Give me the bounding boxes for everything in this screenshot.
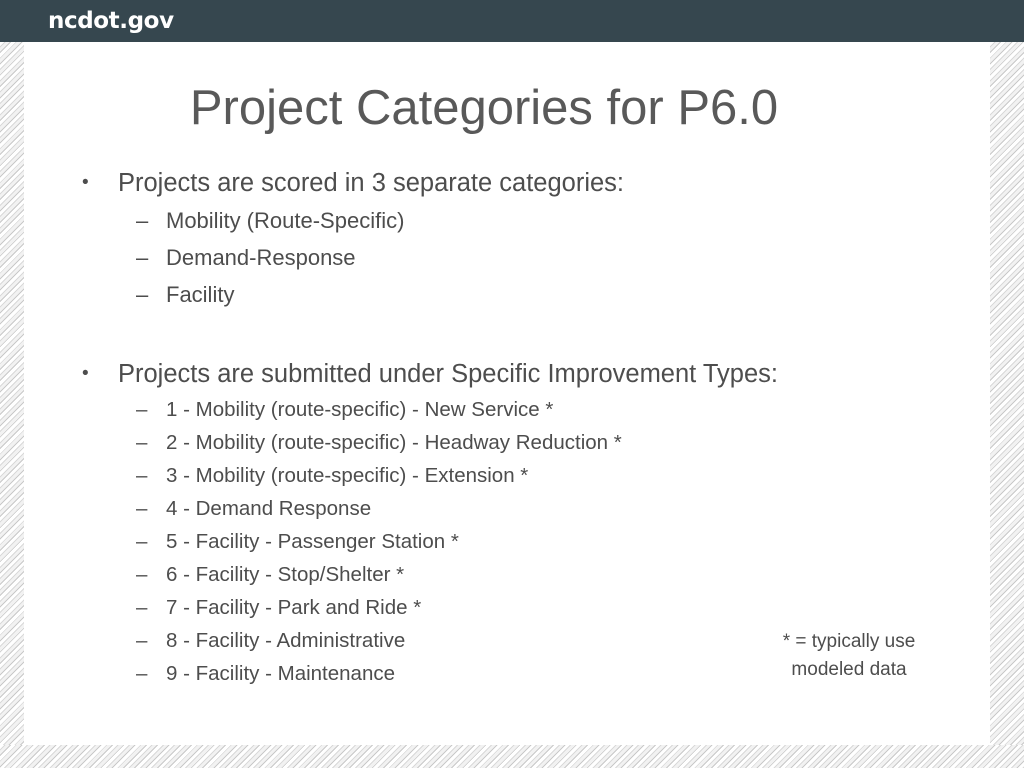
frame-border-bottom — [0, 745, 1024, 768]
slide-page: ncdot.gov Project Categories for P6.0 • … — [0, 0, 1024, 768]
footnote-line-1: * = typically use — [782, 631, 916, 652]
list-item-demand-response: – Demand-Response — [44, 239, 974, 276]
list-item-label: 4 - Demand Response — [166, 497, 372, 520]
site-header-bar: ncdot.gov — [0, 0, 1024, 42]
footnote: * = typically use modeled data — [724, 628, 974, 684]
dash-icon: – — [136, 208, 149, 233]
bullet-dot-icon: • — [82, 363, 89, 384]
list-item-facility: – Facility — [44, 276, 974, 313]
slide-canvas: Project Categories for P6.0 • Projects a… — [24, 42, 990, 745]
list-item-label: Facility — [166, 282, 235, 307]
list-item-label: 2 - Mobility (route-specific) - Headway … — [166, 431, 622, 454]
list-item-type-7: – 7 - Facility - Park and Ride * — [44, 591, 974, 624]
dash-icon: – — [136, 563, 148, 586]
bullet-improvement-types-heading: • Projects are submitted under Specific … — [44, 355, 974, 393]
dash-icon: – — [136, 245, 149, 270]
list-item-type-4: – 4 - Demand Response — [44, 492, 974, 525]
dash-icon: – — [136, 497, 148, 520]
dash-icon: – — [136, 530, 148, 553]
list-item-label: 5 - Facility - Passenger Station * — [166, 530, 459, 553]
list-item-type-6: – 6 - Facility - Stop/Shelter * — [44, 558, 974, 591]
dash-icon: – — [136, 431, 148, 454]
footnote-line-2: modeled data — [791, 659, 907, 680]
list-item-type-2: – 2 - Mobility (route-specific) - Headwa… — [44, 426, 974, 459]
page-title: Project Categories for P6.0 — [189, 81, 779, 135]
dash-icon: – — [136, 629, 148, 652]
list-item-mobility-route-specific: – Mobility (Route-Specific) — [44, 202, 974, 239]
slide-body: • Projects are scored in 3 separate cate… — [44, 164, 974, 690]
list-item-label: Demand-Response — [166, 245, 356, 270]
dash-icon: – — [136, 464, 148, 487]
list-item-label: 1 - Mobility (route-specific) - New Serv… — [166, 398, 554, 421]
bullet-scored-categories-heading: • Projects are scored in 3 separate cate… — [44, 164, 974, 202]
frame-border-right — [990, 42, 1024, 768]
list-item-label: 9 - Facility - Maintenance — [166, 662, 396, 685]
list-item-type-3: – 3 - Mobility (route-specific) - Extens… — [44, 459, 974, 492]
list-item-label: 8 - Facility - Administrative — [166, 629, 406, 652]
dash-icon: – — [136, 596, 148, 619]
list-item-label: 3 - Mobility (route-specific) - Extensio… — [166, 464, 529, 487]
list-item-type-1: – 1 - Mobility (route-specific) - New Se… — [44, 393, 974, 426]
bullet-text: Projects are scored in 3 separate catego… — [118, 169, 625, 197]
dash-icon: – — [136, 662, 148, 685]
list-item-label: 6 - Facility - Stop/Shelter * — [166, 563, 405, 586]
frame-border-left — [0, 42, 24, 768]
bullet-dot-icon: • — [82, 172, 89, 193]
dash-icon: – — [136, 282, 149, 307]
list-item-label: Mobility (Route-Specific) — [166, 208, 405, 233]
list-item-label: 7 - Facility - Park and Ride * — [166, 596, 422, 619]
bullet-text: Projects are submitted under Specific Im… — [118, 360, 778, 388]
list-item-type-5: – 5 - Facility - Passenger Station * — [44, 525, 974, 558]
dash-icon: – — [136, 398, 148, 421]
ncdot-logo: ncdot.gov — [48, 8, 174, 34]
